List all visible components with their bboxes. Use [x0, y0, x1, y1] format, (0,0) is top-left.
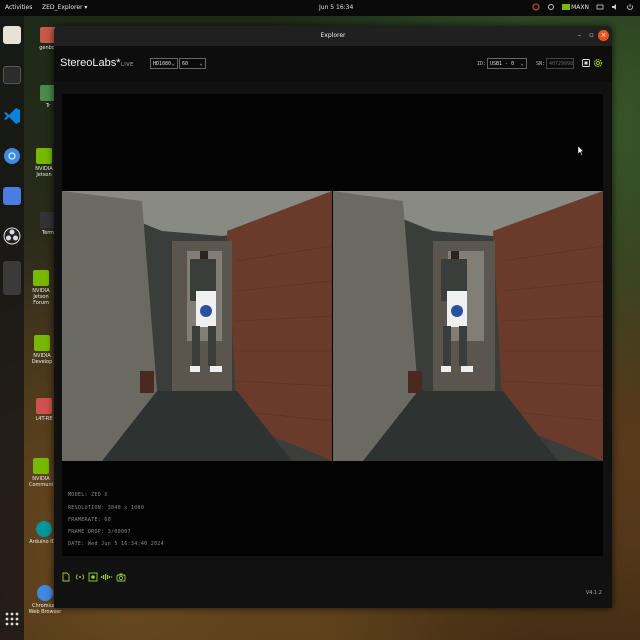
camera-model-info: MODEL: ZED X: [68, 492, 108, 498]
serial-number-label: SN:: [536, 61, 546, 67]
camera-resolution-info: RESOLUTION: 3840 x 1080: [68, 505, 145, 511]
system-tray: MAXN: [532, 3, 634, 11]
chevron-down-icon: ⌄: [520, 60, 524, 67]
serial-number-field: 40729998: [546, 58, 574, 69]
camera-viewport[interactable]: MODEL: ZED X RESOLUTION: 3840 x 1080 FRA…: [62, 94, 603, 556]
window-titlebar[interactable]: Explorer – ▫ ×: [54, 26, 612, 46]
chevron-down-icon: ⌄: [199, 60, 203, 67]
top-bar: Activities ZED_Explorer ▾ Jun 5 16:34 MA…: [0, 0, 640, 16]
resolution-select[interactable]: HD1080 ⌄: [150, 58, 178, 69]
recording-icon[interactable]: [88, 572, 98, 582]
obs-icon[interactable]: [3, 227, 21, 245]
stream-icon[interactable]: [75, 572, 85, 582]
volume-icon[interactable]: [611, 3, 619, 11]
app-menu[interactable]: ZED_Explorer ▾: [42, 4, 87, 11]
power-icon[interactable]: [626, 3, 634, 11]
app-header: StereoLabs* LIVE HD1080 ⌄ 60 ⌄ ID: USB1 - …: [54, 46, 612, 82]
maxn-label: MAXN: [571, 3, 589, 11]
desktop-icon-nvidia-community[interactable]: NVIDIA Communi: [26, 458, 56, 488]
arduino-icon: [36, 521, 52, 537]
dock: [0, 16, 24, 640]
bottom-toolbar: V4.1.2: [54, 562, 612, 608]
zed-explorer-active-icon[interactable]: [3, 261, 21, 295]
right-scene-image: [333, 191, 603, 461]
left-camera-view: [62, 191, 332, 461]
camera-id-label: ID:: [477, 61, 487, 67]
terminal-icon[interactable]: [3, 66, 21, 84]
maxn-indicator[interactable]: MAXN: [562, 3, 589, 11]
chromium-icon[interactable]: [3, 147, 21, 165]
camera-framerate-info: FRAMERATE: 60: [68, 517, 112, 523]
desktop-icon-nvidia-forum[interactable]: NVIDIA Jetson Forum: [26, 270, 56, 306]
audio-level-icon[interactable]: [101, 572, 113, 582]
nvidia-icon: [36, 148, 52, 164]
right-camera-view: [333, 191, 603, 461]
nvidia-icon: [33, 458, 49, 474]
network-icon[interactable]: [596, 3, 604, 11]
close-button[interactable]: ×: [598, 30, 609, 41]
window-title: Explorer: [320, 32, 346, 39]
capture-date-info: DATE: Wed Jun 5 16:34:40 2024: [68, 541, 164, 547]
chromium-icon: [37, 585, 53, 601]
record-settings-icon[interactable]: [581, 58, 591, 68]
show-apps-icon[interactable]: [3, 610, 21, 628]
clock[interactable]: Jun 5 16:34: [319, 4, 353, 11]
app-version: V4.1.2: [585, 590, 602, 596]
minimize-button[interactable]: –: [574, 30, 585, 41]
stereolabs-logo: StereoLabs*: [60, 57, 121, 69]
chevron-down-icon: ⌄: [171, 60, 175, 67]
fps-select[interactable]: 60 ⌄: [179, 58, 206, 69]
power-mode-icon[interactable]: [532, 3, 540, 11]
file-icon[interactable]: [61, 572, 71, 582]
stereo-image: [62, 191, 603, 461]
camera-id-select[interactable]: USB1 - 0 ⌄: [487, 58, 527, 69]
vscode-icon[interactable]: [3, 107, 21, 125]
screenshot-app-icon[interactable]: [3, 187, 21, 205]
mouse-cursor-icon: [578, 146, 584, 156]
nvidia-icon: [34, 335, 50, 351]
document-icon: [36, 398, 52, 414]
left-scene-image: [62, 191, 332, 461]
nvidia-icon: [33, 270, 49, 286]
live-indicator: LIVE: [121, 62, 134, 68]
nvidia-icon: [562, 4, 571, 10]
activities-button[interactable]: Activities: [5, 4, 32, 11]
files-icon[interactable]: [3, 26, 21, 44]
gear-icon[interactable]: [593, 58, 603, 68]
frame-drop-info: FRAME DROP: 3/00007: [68, 529, 131, 535]
explorer-window: Explorer – ▫ × StereoLabs* LIVE HD1080 ⌄ …: [54, 26, 612, 608]
desktop-icon-nvidia-developer[interactable]: NVIDIA Develop: [27, 335, 57, 365]
settings-tray-icon[interactable]: [547, 3, 555, 11]
maximize-button[interactable]: ▫: [586, 30, 597, 41]
camera-snapshot-icon[interactable]: [116, 572, 126, 582]
